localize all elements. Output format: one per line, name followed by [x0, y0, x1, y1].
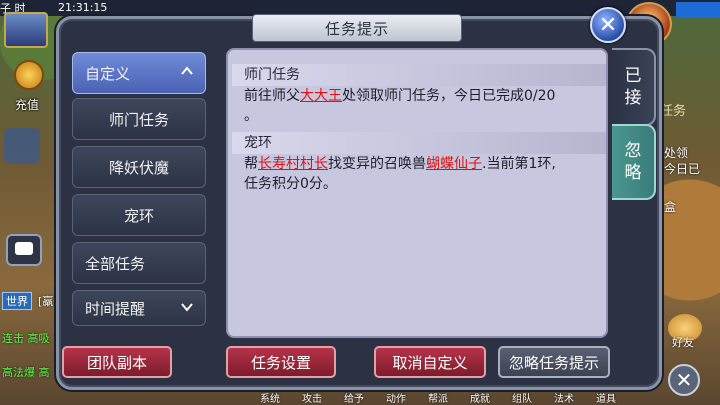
section-title: 宠环 — [232, 132, 606, 154]
button-label: 取消自定义 — [392, 353, 468, 372]
recharge-icon[interactable] — [14, 60, 44, 90]
clock: 21:31:15 — [58, 1, 108, 14]
npc-link[interactable]: 长寿村村长 — [258, 156, 328, 172]
action-skill[interactable]: 法术 — [554, 390, 574, 405]
team-dungeon-button[interactable]: 团队副本 — [62, 346, 172, 378]
body-text: 任务积分0分。 — [244, 176, 337, 192]
side-tab-label: 忽 — [624, 141, 642, 161]
tab-custom[interactable]: 自定义 — [72, 52, 206, 94]
dialog-title-bar: 任务提示 — [252, 14, 462, 42]
tab-label: 宠环 — [123, 206, 154, 225]
recharge-label: 充值 — [15, 98, 40, 112]
tab-label: 时间提醒 — [85, 299, 146, 318]
section-body: 前往师父大大王处领取师门任务，今日已完成0/20 。 — [244, 86, 598, 126]
action-give[interactable]: 给予 — [344, 390, 364, 405]
tab-all-tasks[interactable]: 全部任务 — [72, 242, 206, 284]
tab-label: 师门任务 — [108, 110, 169, 129]
pet-status-bar — [676, 2, 720, 18]
side-tab-label: 略 — [624, 163, 642, 183]
button-label: 忽略任务提示 — [508, 353, 599, 372]
tab-time-reminder[interactable]: 时间提醒 — [72, 290, 206, 326]
tracker-line: 今日已 — [664, 162, 701, 176]
chevron-down-icon — [181, 303, 193, 312]
side-tab-label: 接 — [624, 88, 642, 108]
tab-master-quest[interactable]: 师门任务 — [72, 98, 206, 140]
chat-line: 连击 高吸 — [2, 332, 50, 345]
action-emote[interactable]: 动作 — [386, 390, 406, 405]
section-title: 师门任务 — [232, 64, 606, 86]
chat-world-text: [羸 — [38, 295, 54, 308]
task-content-panel: 师门任务 前往师父大大王处领取师门任务，今日已完成0/20 。 宠环 帮长寿村村… — [226, 48, 608, 338]
tracker-task-label: 任务 — [660, 104, 687, 119]
side-tab-ignored[interactable]: 忽 略 — [612, 124, 656, 200]
side-tab-accepted[interactable]: 已 接 — [612, 48, 656, 126]
tab-pet-ring[interactable]: 宠环 — [72, 194, 206, 236]
player-avatar[interactable] — [4, 12, 48, 48]
tab-label: 全部任务 — [85, 254, 146, 273]
body-text: 找变异的召唤兽 — [328, 156, 426, 172]
tab-label: 降妖伏魔 — [108, 158, 169, 177]
close-icon: ✕ — [598, 12, 618, 38]
cancel-custom-button[interactable]: 取消自定义 — [374, 346, 486, 378]
body-text: .当前第1环, — [482, 156, 556, 172]
action-achievement[interactable]: 成就 — [470, 390, 490, 405]
button-label: 任务设置 — [250, 353, 311, 372]
ignore-task-hint-button[interactable]: 忽略任务提示 — [498, 346, 610, 378]
body-text: 前往师父 — [244, 88, 300, 104]
body-text: 帮 — [244, 156, 258, 172]
dialog-title: 任务提示 — [324, 19, 389, 38]
monster-link[interactable]: 蝴蝶仙子 — [426, 156, 482, 172]
action-items[interactable]: 道具 — [596, 390, 616, 405]
action-team[interactable]: 组队 — [512, 390, 532, 405]
side-tab-label: 已 — [624, 66, 642, 86]
npc-link[interactable]: 大大王 — [300, 88, 342, 104]
button-label: 团队副本 — [86, 353, 147, 372]
friend-label: 好友 — [672, 336, 694, 349]
chat-line: 高法爆 高 — [2, 366, 50, 379]
close-button[interactable]: ✕ — [590, 7, 626, 43]
body-text: 。 — [244, 108, 258, 124]
chat-icon[interactable] — [6, 234, 42, 266]
tracker-line: 处领 — [664, 146, 689, 160]
action-guild[interactable]: 帮派 — [428, 390, 448, 405]
action-system[interactable]: 系统 — [260, 390, 280, 405]
close-icon[interactable]: ✕ — [668, 364, 700, 396]
task-settings-button[interactable]: 任务设置 — [226, 346, 336, 378]
chat-channel-label: 世界 — [6, 295, 28, 308]
action-attack[interactable]: 攻击 — [302, 390, 322, 405]
dpad-icon[interactable] — [4, 128, 40, 164]
chat-channel-world[interactable]: 世界 — [2, 292, 32, 310]
body-text: 处领取师门任务，今日已完成0/20 — [342, 88, 556, 104]
section-body: 帮长寿村村长找变异的召唤兽蝴蝶仙子.当前第1环, 任务积分0分。 — [244, 154, 598, 194]
tab-demon-slaying[interactable]: 降妖伏魔 — [72, 146, 206, 188]
chevron-up-icon — [181, 66, 193, 75]
tab-label: 自定义 — [85, 64, 131, 83]
